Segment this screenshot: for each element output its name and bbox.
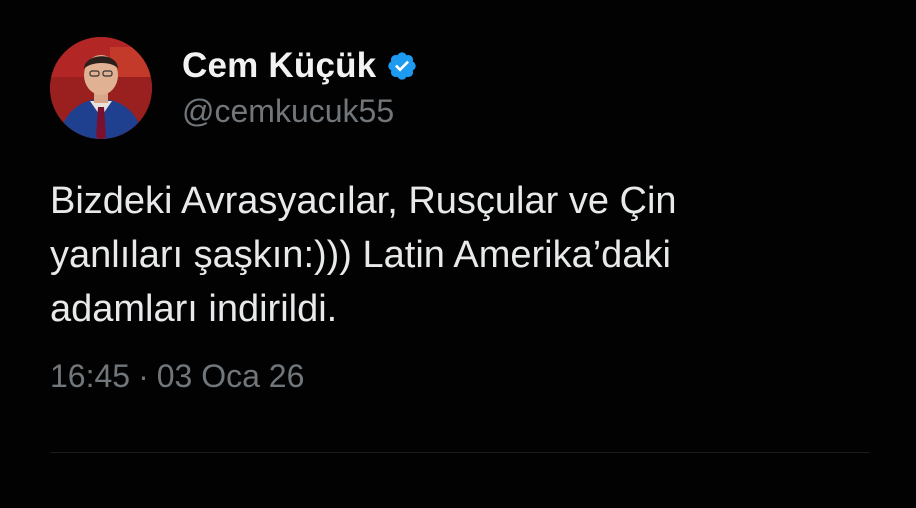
author-display-name[interactable]: Cem Küçük	[182, 46, 376, 86]
verified-badge-icon[interactable]	[386, 50, 418, 82]
tweet-time[interactable]: 16:45	[50, 356, 130, 396]
divider	[50, 452, 870, 453]
avatar-image	[50, 37, 152, 139]
tweet-date[interactable]: 03 Oca 26	[157, 356, 305, 396]
avatar[interactable]	[50, 37, 152, 139]
tweet-header: Cem Küçük @cemkucuk55	[50, 36, 870, 140]
author-info: Cem Küçük @cemkucuk55	[182, 46, 418, 130]
meta-separator: ·	[138, 358, 149, 394]
tweet-text: Bizdeki Avrasyacılar, Rusçular ve Çin ya…	[50, 180, 677, 330]
tweet-card: Cem Küçük @cemkucuk55 Bizdeki Avrasyacıl…	[50, 36, 870, 396]
tweet-meta: 16:45 · 03 Oca 26	[50, 356, 870, 396]
tweet-screenshot: Cem Küçük @cemkucuk55 Bizdeki Avrasyacıl…	[0, 0, 916, 508]
name-row: Cem Küçük	[182, 46, 418, 86]
author-handle[interactable]: @cemkucuk55	[182, 92, 418, 130]
